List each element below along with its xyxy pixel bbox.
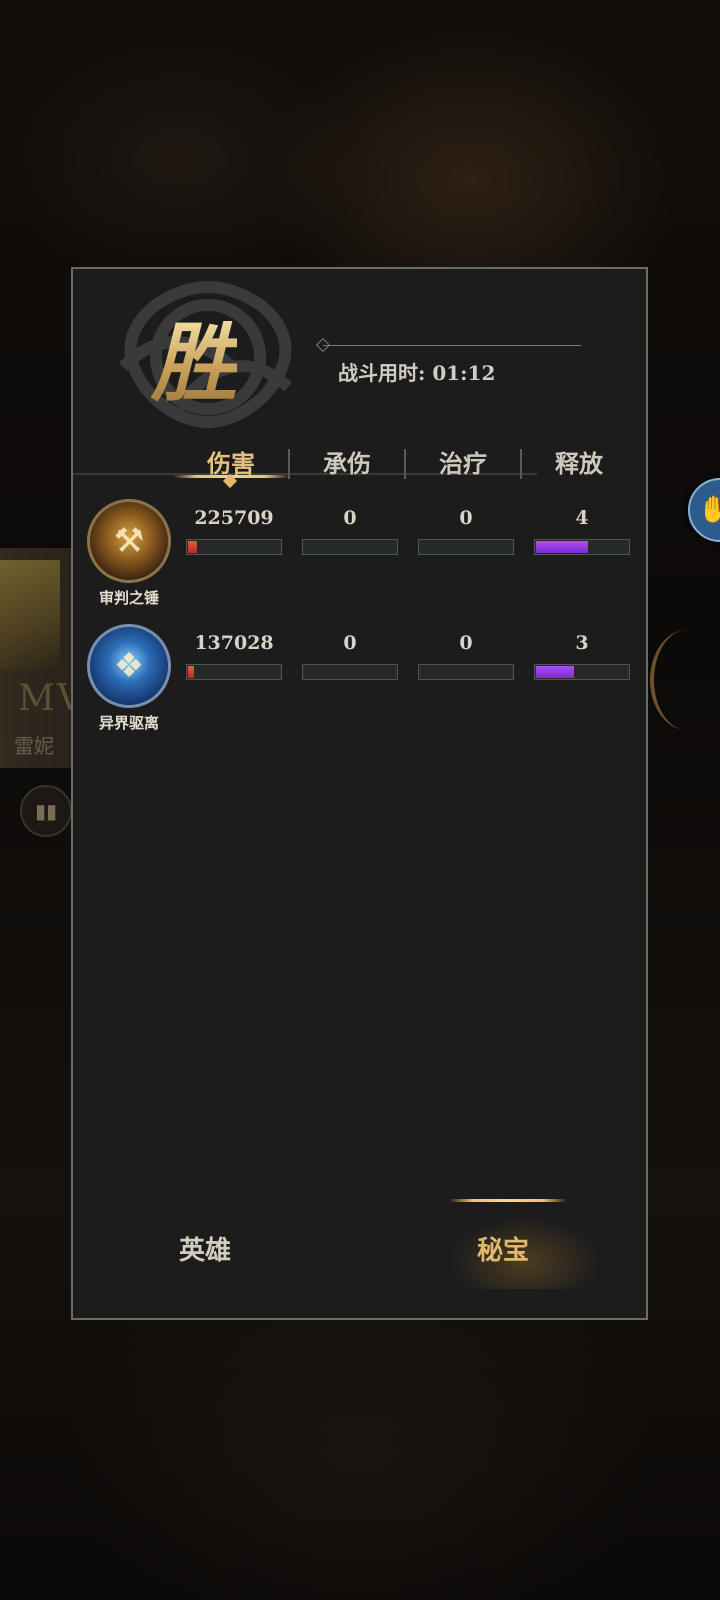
casts-value: 4 — [575, 507, 589, 529]
tab-treasures[interactable]: 秘宝 — [403, 1221, 603, 1281]
victory-title: 胜 — [151, 313, 237, 414]
hero-row: ❖ 异界驱离 137028 0 0 3 — [73, 624, 650, 734]
crystal-icon: ❖ — [113, 646, 145, 686]
hero-name: 异界驱离 — [98, 714, 159, 732]
background-arc-decoration — [650, 630, 720, 730]
tab-healing[interactable]: 治疗 — [405, 439, 521, 491]
hero-name: 审判之锤 — [98, 589, 159, 607]
healing-bar — [418, 664, 514, 680]
hero-avatar[interactable]: ❖ — [87, 624, 171, 708]
damage-bar — [186, 664, 282, 680]
damage-bar-fill — [188, 666, 194, 678]
damage-value: 137028 — [194, 632, 274, 654]
casts-bar-fill — [536, 541, 588, 553]
casts-value: 3 — [575, 632, 589, 654]
hero-row: ⚒ 审判之锤 225709 0 0 4 — [73, 499, 650, 609]
damage-taken-value: 0 — [343, 632, 357, 654]
healing-value: 0 — [459, 507, 473, 529]
damage-bar-fill — [188, 541, 198, 553]
bottom-tabs: 英雄 秘宝 — [73, 1199, 646, 1309]
background-card-art — [0, 560, 60, 670]
battle-stats-panel: 胜 战斗用时: 01:12 伤害 承伤 治疗 释放 ⚒ 审判之锤 225709 … — [71, 267, 648, 1320]
background-sub-text: 雷妮 — [14, 734, 54, 758]
damage-taken-value: 0 — [343, 507, 357, 529]
tab-heroes[interactable]: 英雄 — [105, 1221, 305, 1281]
healing-bar — [418, 539, 514, 555]
casts-bar — [534, 664, 630, 680]
tab-casts[interactable]: 释放 — [521, 439, 637, 491]
bottom-tab-active-indicator — [449, 1199, 567, 1202]
healing-value: 0 — [459, 632, 473, 654]
timer-divider — [323, 345, 581, 346]
battle-duration: 战斗用时: 01:12 — [338, 361, 496, 385]
stat-tabs: 伤害 承伤 治疗 释放 — [173, 439, 637, 491]
tab-damage-taken[interactable]: 承伤 — [289, 439, 405, 491]
damage-taken-bar — [302, 664, 398, 680]
hammer-icon: ⚒ — [113, 521, 145, 561]
casts-bar — [534, 539, 630, 555]
hero-avatar[interactable]: ⚒ — [87, 499, 171, 583]
damage-value: 225709 — [194, 507, 274, 529]
damage-bar — [186, 539, 282, 555]
bar-chart-icon: ▮▮ — [20, 785, 72, 837]
casts-bar-fill — [536, 666, 575, 678]
damage-taken-bar — [302, 539, 398, 555]
